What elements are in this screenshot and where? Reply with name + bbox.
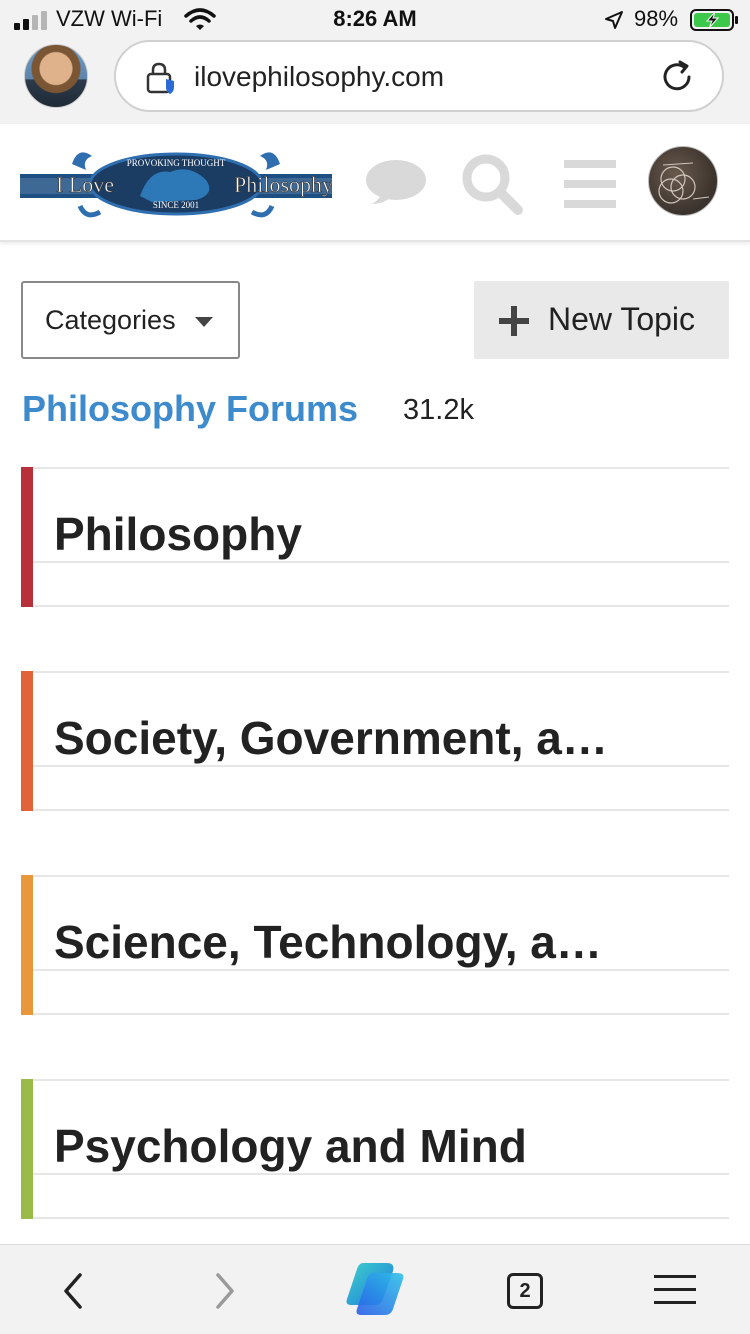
new-topic-button[interactable]: New Topic [474,281,729,359]
browser-toolbar: 2 [0,1244,750,1334]
forward-icon[interactable] [210,1271,240,1311]
divider [33,1079,729,1081]
category-color-bar [21,1079,33,1219]
categories-dropdown[interactable]: Categories [21,281,240,359]
category-title[interactable]: Psychology and Mind [54,1119,527,1173]
categories-label: Categories [45,305,176,335]
category-item-science[interactable]: Science, Technology, a… [21,875,729,1015]
logo-arc-top: PROVOKING THOUGHT [127,158,226,168]
back-icon[interactable] [58,1271,88,1311]
hamburger-menu-icon[interactable] [562,158,618,210]
category-item-psychology[interactable]: Psychology and Mind [21,1079,729,1219]
browser-profile-avatar[interactable] [24,44,88,108]
user-avatar[interactable] [648,146,718,216]
battery-percentage: 98% [634,6,679,31]
menu-icon[interactable] [654,1273,696,1307]
divider [33,605,729,607]
logo-arc-bottom: SINCE 2001 [153,200,199,210]
divider [33,969,729,971]
divider [33,671,729,673]
copilot-icon[interactable] [343,1261,407,1317]
category-title[interactable]: Philosophy [54,507,302,561]
battery-charging-icon [690,9,738,31]
divider [33,1013,729,1015]
category-color-bar [21,875,33,1015]
category-color-bar [21,671,33,811]
category-item-society[interactable]: Society, Government, a… [21,671,729,811]
divider [33,809,729,811]
logo-right-text: Philosophy [234,172,332,197]
location-arrow-icon [605,11,623,29]
reload-icon[interactable] [658,58,696,96]
category-title[interactable]: Society, Government, a… [54,711,608,765]
status-bar: VZW Wi-Fi 8:26 AM 98% [0,0,750,40]
browser-address-row: ilovephilosophy.com [0,40,750,124]
divider [33,561,729,563]
category-item-philosophy[interactable]: Philosophy [21,467,729,607]
tabs-count-button[interactable]: 2 [507,1273,543,1309]
category-title[interactable]: Science, Technology, a… [54,915,602,969]
address-bar[interactable]: ilovephilosophy.com [114,40,724,112]
divider [33,467,729,469]
search-icon[interactable] [460,152,524,216]
site-header: I Love Philosophy PROVOKING THOUGHT SINC… [0,124,750,242]
site-logo[interactable]: I Love Philosophy PROVOKING THOUGHT SINC… [20,146,332,220]
divider [33,765,729,767]
url-text: ilovephilosophy.com [194,61,445,92]
chat-icon[interactable] [364,158,428,210]
divider [33,1173,729,1175]
caret-down-icon [195,317,213,327]
plus-icon [499,306,529,336]
secure-lock-icon[interactable] [146,62,176,94]
new-topic-label: New Topic [548,301,696,337]
logo-left-text: I Love [56,172,114,197]
divider [33,875,729,877]
category-color-bar [21,467,33,607]
forum-title-link[interactable]: Philosophy Forums [22,388,358,430]
forum-topic-count: 31.2k [403,394,474,426]
divider [33,1217,729,1219]
